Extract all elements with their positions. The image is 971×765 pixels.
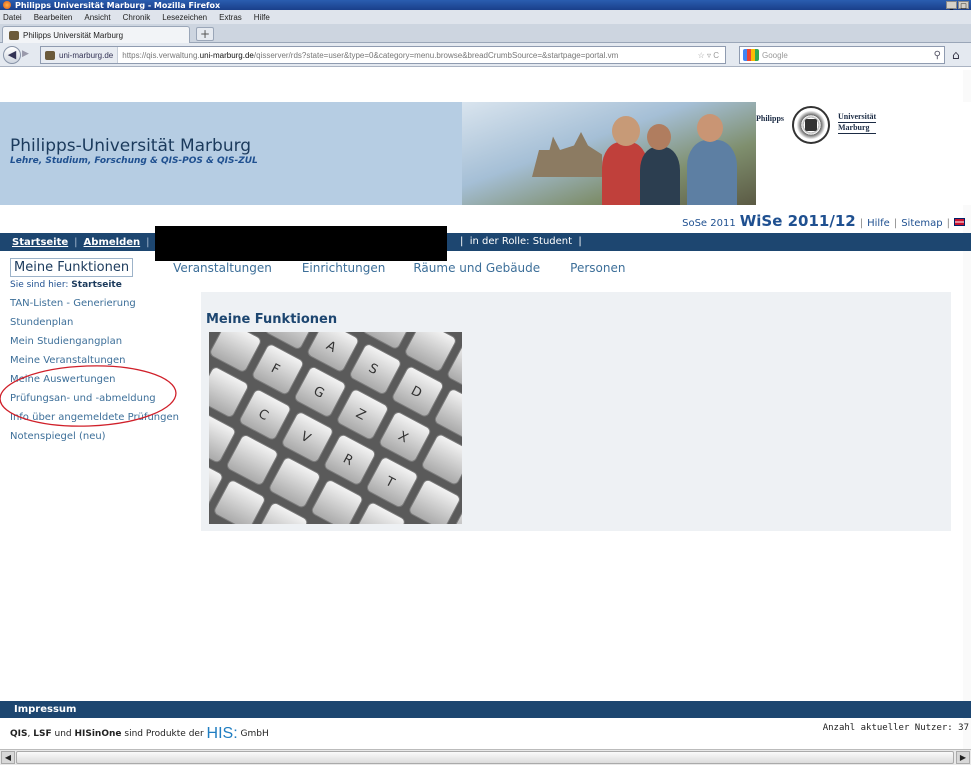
semester-sose-link[interactable]: SoSe 2011 — [682, 218, 736, 229]
castle-image — [532, 132, 602, 177]
sidebar-item-auswertungen[interactable]: Meine Auswertungen — [10, 373, 190, 392]
back-arrow-icon[interactable]: ◀ — [3, 46, 21, 64]
sidebar-menu: TAN-Listen - Generierung Stundenplan Mei… — [10, 297, 190, 449]
site-title: Philipps-Universität Marburg — [10, 136, 252, 156]
firefox-icon — [3, 1, 11, 9]
google-icon[interactable] — [743, 49, 759, 61]
minimize-button[interactable]: _ — [946, 1, 957, 10]
menu-chronik[interactable]: Chronik — [123, 13, 151, 22]
content-heading: Meine Funktionen — [206, 312, 338, 327]
main-navigation: Meine Funktionen Veranstaltungen Einrich… — [10, 258, 625, 277]
nav-veranstaltungen[interactable]: Veranstaltungen — [173, 261, 272, 275]
horizontal-scrollbar[interactable]: ◀ ▶ — [0, 749, 971, 765]
nav-einrichtungen[interactable]: Einrichtungen — [302, 261, 386, 275]
students-photo — [462, 102, 756, 205]
keyboard-image: QASDFGZXCVRT — [209, 332, 462, 524]
sidebar-item-veranstaltungen[interactable]: Meine Veranstaltungen — [10, 354, 190, 373]
sidebar-item-pruefungsanmeldung[interactable]: Prüfungsan- und -abmeldung — [10, 392, 190, 411]
sidebar-item-notenspiegel[interactable]: Notenspiegel (neu) — [10, 430, 190, 449]
search-bar[interactable]: Google ⚲ — [739, 46, 945, 64]
maximize-button[interactable]: □ — [958, 1, 969, 10]
navigation-toolbar: ◀ ▶ uni-marburg.de https://qis.verwaltun… — [0, 43, 971, 67]
site-subtitle: Lehre, Studium, Forschung & QIS-POS & QI… — [10, 156, 258, 166]
window-title: Philipps Universität Marburg - Mozilla F… — [15, 0, 221, 10]
sidebar-item-tan-listen[interactable]: TAN-Listen - Generierung — [10, 297, 190, 316]
impressum-link[interactable]: Impressum — [0, 701, 971, 718]
menu-bearbeiten[interactable]: Bearbeiten — [34, 13, 73, 22]
english-flag-icon[interactable] — [954, 218, 965, 226]
university-logo[interactable]: Philipps Universität Marburg — [756, 102, 971, 205]
tab-philipps[interactable]: Philipps Universität Marburg — [2, 26, 190, 43]
forward-arrow-icon[interactable]: ▶ — [22, 49, 34, 61]
user-role: | in der Rolle: Student | — [460, 236, 582, 247]
page-footer: QIS, LSF und HISinOne sind Produkte der … — [0, 723, 971, 742]
university-favicon-icon — [9, 30, 19, 40]
site-favicon-icon — [45, 50, 55, 60]
active-users-count: Anzahl aktueller Nutzer: 37 — [822, 723, 969, 733]
tab-label: Philipps Universität Marburg — [23, 30, 124, 40]
abmelden-link[interactable]: Abmelden — [84, 237, 141, 248]
scrollbar-thumb[interactable] — [16, 751, 954, 764]
tab-bar: Philipps Universität Marburg + — [0, 24, 971, 43]
nav-raeume-und-gebaeude[interactable]: Räume und Gebäude — [413, 261, 540, 275]
help-link[interactable]: Hilfe — [867, 218, 890, 229]
logo-philipps: Philipps — [756, 114, 785, 123]
semester-current: WiSe 2011/12 — [739, 212, 856, 230]
search-icon[interactable]: ⚲ — [934, 50, 944, 61]
menu-ansicht[interactable]: Ansicht — [84, 13, 110, 22]
sidebar-item-studiengangplan[interactable]: Mein Studiengangplan — [10, 335, 190, 354]
product-credits: QIS, LSF und HISinOne sind Produkte der … — [10, 725, 269, 742]
menu-bar: Datei Bearbeiten Ansicht Chronik Lesezei… — [0, 10, 971, 24]
home-icon[interactable]: ⌂ — [952, 48, 960, 62]
sidebar-item-angemeldete-pruefungen[interactable]: Info über angemeldete Prüfungen — [10, 411, 190, 430]
university-seal-icon — [792, 106, 830, 144]
nav-meine-funktionen[interactable]: Meine Funktionen — [10, 258, 134, 277]
breadcrumb: Sie sind hier: Startseite — [10, 280, 122, 290]
url-text: https://qis.verwaltung.uni-marburg.de/qi… — [122, 50, 619, 60]
search-placeholder: Google — [762, 50, 788, 60]
window-titlebar: Philipps Universität Marburg - Mozilla F… — [0, 0, 971, 10]
sitemap-link[interactable]: Sitemap — [901, 218, 942, 229]
url-domain: uni-marburg.de — [199, 50, 254, 60]
scroll-right-icon[interactable]: ▶ — [956, 751, 970, 764]
logo-universitaet: Universität Marburg — [838, 112, 877, 134]
address-bar[interactable]: uni-marburg.de https://qis.verwaltung.un… — [40, 46, 726, 64]
new-tab-button[interactable]: + — [196, 27, 214, 41]
content-panel: Meine Funktionen QASDFGZXCVRT — [201, 292, 951, 531]
site-name: uni-marburg.de — [59, 50, 114, 60]
his-logo[interactable]: HIS: — [207, 725, 238, 742]
menu-lesezeichen[interactable]: Lesezeichen — [162, 13, 207, 22]
redacted-username — [155, 226, 447, 261]
startseite-link[interactable]: Startseite — [12, 237, 68, 248]
sidebar-item-stundenplan[interactable]: Stundenplan — [10, 316, 190, 335]
bookmark-star-icon[interactable]: ☆ ▿ C — [698, 51, 725, 60]
menu-hilfe[interactable]: Hilfe — [254, 13, 270, 22]
menu-datei[interactable]: Datei — [3, 13, 22, 22]
semester-switcher: SoSe 2011 WiSe 2011/12 | Hilfe | Sitemap… — [682, 212, 965, 230]
scroll-left-icon[interactable]: ◀ — [1, 751, 15, 764]
top-navigation-bar: Startseite | Abmelden | | in der Rolle: … — [0, 233, 971, 251]
page-header: Philipps-Universität Marburg Lehre, Stud… — [0, 102, 971, 205]
breadcrumb-current[interactable]: Startseite — [71, 280, 122, 290]
nav-personen[interactable]: Personen — [570, 261, 625, 275]
window-controls: _ □ — [946, 1, 971, 10]
menu-extras[interactable]: Extras — [219, 13, 242, 22]
site-identity[interactable]: uni-marburg.de — [41, 47, 119, 63]
